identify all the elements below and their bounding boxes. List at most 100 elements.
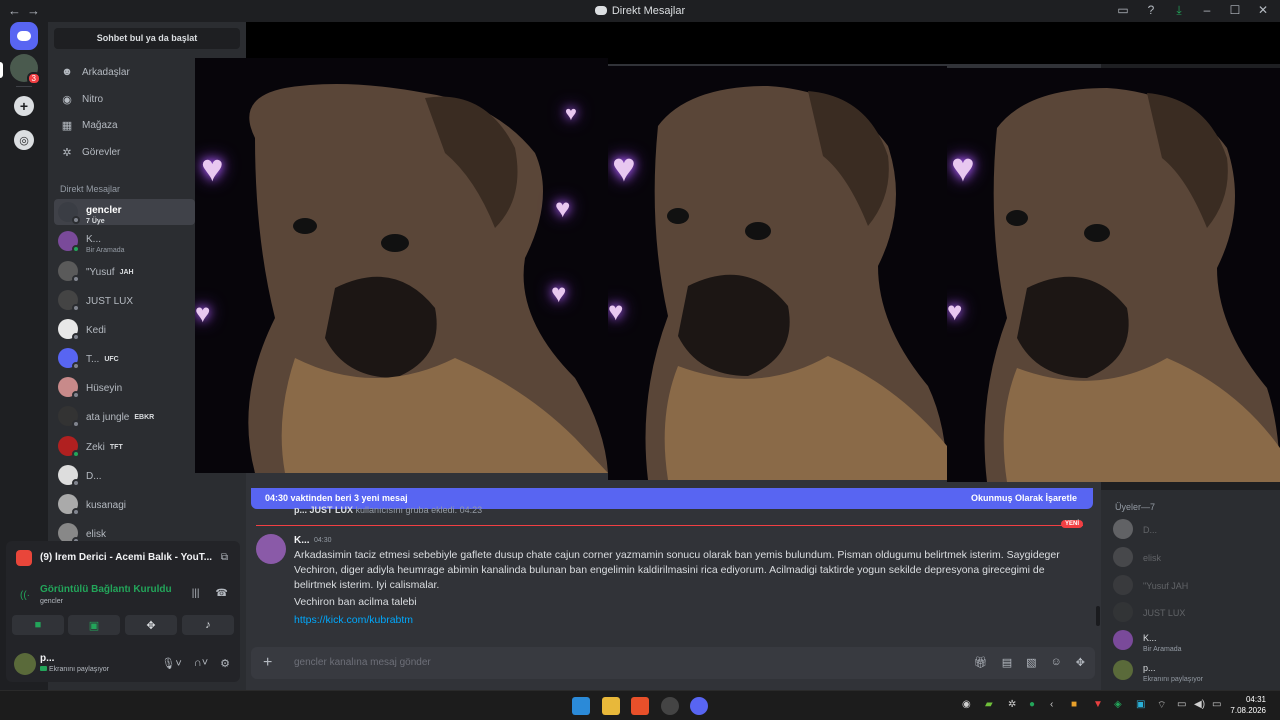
tray-icon[interactable]: ‹ (1050, 699, 1053, 710)
help-icon[interactable]: ? (1144, 3, 1158, 18)
nav-label: Arkadaşlar (82, 66, 130, 78)
activities-button[interactable]: ✥ (125, 615, 177, 635)
browser-icon (16, 550, 32, 566)
app-icon[interactable] (661, 697, 679, 715)
status-dot-icon (72, 391, 80, 399)
noise-suppression-icon[interactable]: ||| (192, 588, 200, 599)
minimize-icon[interactable]: – (1200, 3, 1214, 18)
tray-icon[interactable]: ● (1029, 699, 1035, 710)
home-button[interactable] (10, 22, 38, 50)
gif-icon[interactable]: ▤ (1002, 656, 1012, 669)
new-label: YENİ (1060, 520, 1083, 528)
now-playing-title[interactable]: (9) İrem Derici - Acemi Balık - YouT... (40, 552, 212, 563)
dm-item[interactable]: Zeki TFT (54, 433, 195, 459)
emoji-icon[interactable]: ☺ (1051, 656, 1062, 669)
screen-share-button[interactable]: ▣ (68, 615, 120, 635)
dm-item[interactable]: D... (54, 462, 195, 488)
discover-button[interactable]: ◎ (14, 130, 34, 150)
dm-item[interactable]: "Yusuf JAH (54, 258, 195, 284)
nav-shop[interactable]: ▦ Mağaza (56, 114, 196, 136)
sticker-icon[interactable]: ▧ (1026, 656, 1036, 669)
add-server-button[interactable]: + (14, 96, 34, 116)
dm-item[interactable]: Kedi (54, 316, 195, 342)
gift-icon[interactable]: 🎁︎ (974, 656, 988, 669)
avatar[interactable] (14, 653, 36, 675)
discord-logo-icon (594, 6, 607, 15)
dm-item[interactable]: Hüseyin (54, 374, 195, 400)
tray-icon[interactable]: ▣ (1136, 699, 1145, 710)
nav-friends[interactable]: ☻ Arkadaşlar (56, 61, 196, 83)
file-explorer-icon[interactable] (602, 697, 620, 715)
member-item[interactable]: "Yusuf JAH (1113, 573, 1273, 597)
dm-item[interactable]: kusanagi (54, 491, 195, 517)
avatar (1113, 602, 1133, 622)
mark-as-read-button[interactable]: Okunmuş Olarak İşaretle (971, 493, 1077, 503)
inbox-icon[interactable]: ▭ (1116, 3, 1130, 18)
user-name[interactable]: p... (40, 653, 54, 664)
connection-signal-icon[interactable]: ((· (20, 590, 30, 601)
member-list: Üyeler—7 D... elisk "Yusuf JAH JUST LUX K...… (1101, 490, 1280, 690)
tray-icon[interactable]: ◈ (1114, 699, 1122, 710)
quests-icon: ✲ (62, 147, 72, 159)
microphone-icon[interactable]: 🎙︎˅ (161, 657, 181, 670)
close-icon[interactable]: ✕ (1256, 3, 1270, 18)
server-avatar[interactable]: 3 (10, 54, 41, 85)
member-item[interactable]: K... Bir Aramada (1113, 628, 1273, 653)
member-item[interactable]: D... (1113, 517, 1273, 541)
system-clock[interactable]: 04:31 7.08.2026 (1230, 694, 1266, 716)
popout-icon[interactable]: ⧉ (221, 552, 228, 563)
voice-panel: ((· Görüntülü Bağlantı Kuruldu gencler |… (6, 578, 240, 648)
dm-text: Kedi (86, 320, 106, 338)
camera-button[interactable]: ■ (12, 615, 64, 635)
settings-gear-icon[interactable]: ⚙ (220, 657, 230, 670)
os-taskbar: ◉ ▰ ✲ ● ‹ ■ ▼ ◈ ▣ ⌔ ▭ ◀) ▭ 04:31 7.08.202… (0, 690, 1280, 720)
screen-share-stream[interactable]: ♥ ♥ ♥ ♥ ♥ ♥ ♥ ♥ ♥ (195, 58, 1280, 488)
dm-item[interactable]: T... UFC (54, 345, 195, 371)
wifi-icon[interactable]: ⌔ (1157, 699, 1166, 712)
member-item[interactable]: JUST LUX (1113, 600, 1273, 624)
voice-status[interactable]: Görüntülü Bağlantı Kuruldu (40, 584, 172, 595)
unread-badge: 3 (26, 72, 41, 85)
volume-icon[interactable]: ◀) (1194, 699, 1205, 710)
find-conversation-button[interactable]: Sohbet bul ya da başlat (54, 28, 240, 49)
system-author[interactable]: p... JUST LUX (294, 505, 353, 515)
dm-item[interactable]: gencler 7 Üye (54, 199, 195, 225)
nav-quests[interactable]: ✲ Görevler (56, 141, 196, 163)
member-item[interactable]: p... Ekranını paylaşıyor (1113, 658, 1273, 683)
windows-start-icon[interactable] (572, 697, 590, 715)
member-name: p... (1143, 662, 1156, 673)
battery-icon[interactable]: ▭ (1212, 699, 1221, 710)
headphones-icon[interactable]: ∩˅ (194, 657, 208, 670)
download-icon[interactable]: ⤓ (1172, 3, 1186, 18)
message-composer[interactable]: + gencler kanalına mesaj gönder 🎁︎ ▤ ▧ ☺… (251, 647, 1095, 679)
dm-item[interactable]: JUST LUX (54, 287, 195, 313)
nvidia-icon[interactable]: ▰ (985, 699, 993, 710)
apps-icon[interactable]: ✥ (1076, 656, 1085, 669)
dm-text: gencler 7 Üye (86, 200, 122, 225)
brave-browser-icon[interactable] (631, 697, 649, 715)
chat-scrollbar[interactable] (1096, 606, 1100, 626)
nav-nitro[interactable]: ◉ Nitro (56, 88, 196, 110)
tray-icon[interactable]: ▼ (1093, 699, 1103, 710)
heart-sticker-icon: ♥ (612, 146, 636, 190)
status-dot-icon (72, 450, 80, 458)
status-dot-icon (72, 362, 80, 370)
avatar[interactable] (256, 534, 286, 564)
tray-icon[interactable]: ◉ (962, 699, 971, 710)
maximize-icon[interactable]: ☐ (1228, 3, 1242, 18)
message-input[interactable]: gencler kanalına mesaj gönder (294, 657, 431, 668)
soundboard-button[interactable]: ♪ (182, 615, 234, 635)
tray-icon[interactable]: ✲ (1008, 699, 1016, 710)
member-item[interactable]: elisk (1113, 545, 1273, 569)
system-message: p... JUST LUX kullanıcısını gruba ekledi… (294, 505, 482, 515)
message-timestamp: 04:30 (314, 537, 332, 544)
message-author[interactable]: K... (294, 535, 310, 546)
dm-item[interactable]: ata jungle EBKR (54, 403, 195, 429)
message-link[interactable]: https://kick.com/kubrabtm (294, 614, 413, 626)
tray-icon[interactable]: ■ (1071, 699, 1077, 710)
discord-taskbar-icon[interactable] (690, 697, 708, 715)
disconnect-icon[interactable]: ☎ (216, 588, 228, 599)
dm-item[interactable]: K... Bir Aramada (54, 228, 195, 254)
attach-plus-icon[interactable]: + (263, 654, 272, 672)
network-icon[interactable]: ▭ (1177, 699, 1186, 710)
